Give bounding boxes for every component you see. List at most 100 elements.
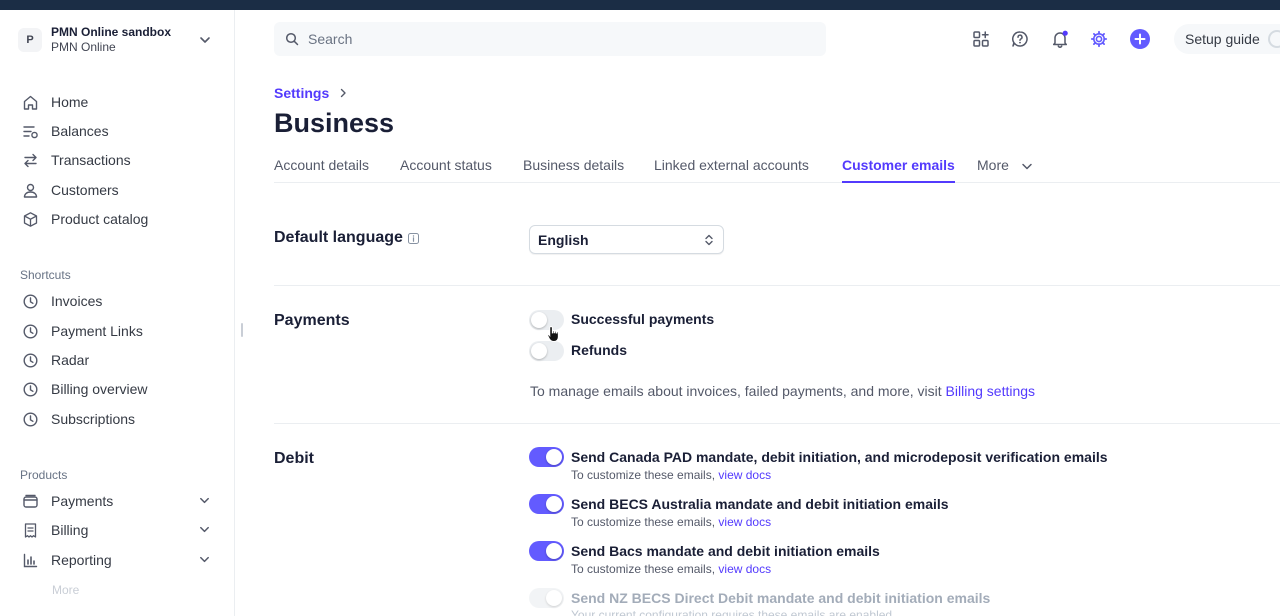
canada-pad-help: To customize these emails, view docs <box>571 468 771 482</box>
product-catalog-icon <box>23 211 38 227</box>
view-docs-link[interactable]: view docs <box>718 562 771 576</box>
sidebar-item-label: Subscriptions <box>51 411 136 427</box>
bacs-toggle[interactable] <box>529 541 564 561</box>
settings-tabs: Account details Account status Business … <box>274 155 1280 183</box>
refunds-toggle[interactable] <box>529 341 564 361</box>
search-icon <box>285 32 299 46</box>
tab-account-status[interactable]: Account status <box>400 157 492 183</box>
sidebar-item-reporting[interactable]: Reporting <box>22 548 212 572</box>
clock-icon <box>23 323 38 339</box>
sidebar-item-product-catalog[interactable]: Product catalog <box>22 207 148 231</box>
successful-payments-label: Successful payments <box>571 311 715 327</box>
shortcuts-heading: Shortcuts <box>20 268 71 282</box>
sidebar-item-billing-overview[interactable]: Billing overview <box>22 377 147 401</box>
sidebar-item-invoices[interactable]: Invoices <box>22 289 102 313</box>
refunds-label: Refunds <box>571 342 627 358</box>
debit-section-label: Debit <box>274 450 314 467</box>
help-icon <box>1012 31 1028 47</box>
view-docs-link[interactable]: view docs <box>718 468 771 482</box>
sidebar-item-label: Billing overview <box>51 381 148 397</box>
breadcrumb: Settings <box>274 85 348 101</box>
view-docs-link[interactable]: view docs <box>718 515 771 529</box>
becs-australia-toggle[interactable] <box>529 494 564 514</box>
apps-button[interactable] <box>970 28 992 50</box>
payments-section-label: Payments <box>274 312 350 329</box>
create-button[interactable] <box>1129 28 1151 50</box>
bacs-label: Send Bacs mandate and debit initiation e… <box>571 543 880 559</box>
chevron-down-icon <box>200 37 210 43</box>
help-text: To customize these emails, <box>571 515 716 529</box>
settings-button[interactable] <box>1088 28 1110 50</box>
help-button[interactable] <box>1009 28 1031 50</box>
sidebar-item-customers[interactable]: Customers <box>22 178 119 202</box>
info-icon[interactable] <box>407 232 419 244</box>
chevron-down-icon[interactable] <box>198 523 211 536</box>
sidebar-item-label: Billing <box>51 522 89 538</box>
customers-icon <box>23 183 38 198</box>
dashboard-app: P PMN Online sandbox PMN Online Home Bal… <box>0 10 1280 616</box>
sidebar: P PMN Online sandbox PMN Online Home Bal… <box>0 10 235 616</box>
sidebar-item-label: Transactions <box>51 152 131 168</box>
notifications-button[interactable] <box>1049 28 1071 50</box>
section-divider <box>274 285 1280 286</box>
bacs-help: To customize these emails, view docs <box>571 562 771 576</box>
plus-icon <box>1130 29 1150 49</box>
tab-more-label: More <box>977 157 1009 173</box>
sidebar-item-label: Invoices <box>51 293 103 309</box>
bell-icon <box>1052 30 1068 48</box>
clock-icon <box>23 411 38 427</box>
setup-guide-label: Setup guide <box>1185 31 1260 47</box>
search-bar[interactable] <box>274 22 826 56</box>
setup-progress-icon <box>1268 30 1280 48</box>
nz-becs-toggle <box>529 588 564 608</box>
sidebar-item-radar[interactable]: Radar <box>22 348 89 372</box>
sidebar-item-billing[interactable]: Billing <box>22 518 212 542</box>
sidebar-resize-handle[interactable] <box>241 323 243 337</box>
sidebar-item-label: Reporting <box>51 552 112 568</box>
breadcrumb-settings-link[interactable]: Settings <box>274 85 329 101</box>
chevron-right-icon <box>341 88 346 98</box>
setup-guide-button[interactable]: Setup guide <box>1174 24 1280 54</box>
nz-becs-help: Your current configuration requires thes… <box>571 608 893 616</box>
chevron-down-icon[interactable] <box>198 494 211 507</box>
reporting-icon <box>23 553 38 567</box>
sidebar-item-label: Home <box>51 94 89 110</box>
sidebar-item-home[interactable]: Home <box>22 90 88 114</box>
default-language-label: Default language <box>274 229 403 246</box>
products-heading: Products <box>20 468 68 482</box>
tab-linked-external-accounts[interactable]: Linked external accounts <box>654 157 809 183</box>
payments-note-text: To manage emails about invoices, failed … <box>530 383 942 399</box>
sidebar-item-transactions[interactable]: Transactions <box>22 148 131 172</box>
tab-account-details[interactable]: Account details <box>274 157 369 183</box>
sidebar-item-label: Radar <box>51 352 90 368</box>
page-title: Business <box>274 108 395 138</box>
canada-pad-toggle[interactable] <box>529 447 564 467</box>
billing-icon <box>24 522 37 538</box>
clock-icon <box>23 381 38 397</box>
tab-customer-emails[interactable]: Customer emails <box>842 157 955 183</box>
tab-more[interactable]: More <box>977 157 1033 183</box>
sidebar-item-balances[interactable]: Balances <box>22 119 109 143</box>
account-avatar: P <box>18 28 42 52</box>
tab-business-details[interactable]: Business details <box>523 157 624 183</box>
default-language-row: Default language <box>274 229 419 247</box>
account-name: PMN Online sandbox <box>51 25 172 39</box>
default-language-value: English <box>538 231 589 248</box>
window-top-strip <box>0 0 1280 10</box>
default-language-select[interactable]: English <box>529 225 724 254</box>
sidebar-item-label: Balances <box>51 123 109 139</box>
chevron-down-icon[interactable] <box>198 553 211 566</box>
clock-icon <box>23 293 38 309</box>
sidebar-item-payments[interactable]: Payments <box>22 489 212 513</box>
becs-australia-help: To customize these emails, view docs <box>571 515 771 529</box>
search-input[interactable] <box>308 31 788 47</box>
account-switcher[interactable]: P PMN Online sandbox PMN Online <box>18 22 218 58</box>
transactions-icon <box>24 153 37 167</box>
sidebar-item-label: Product catalog <box>51 211 149 227</box>
home-icon <box>23 95 38 110</box>
gear-icon <box>1090 30 1108 48</box>
billing-settings-link[interactable]: Billing settings <box>946 383 1036 399</box>
sidebar-item-payment-links[interactable]: Payment Links <box>22 319 143 343</box>
sidebar-item-subscriptions[interactable]: Subscriptions <box>22 407 135 431</box>
payments-icon <box>23 494 38 508</box>
